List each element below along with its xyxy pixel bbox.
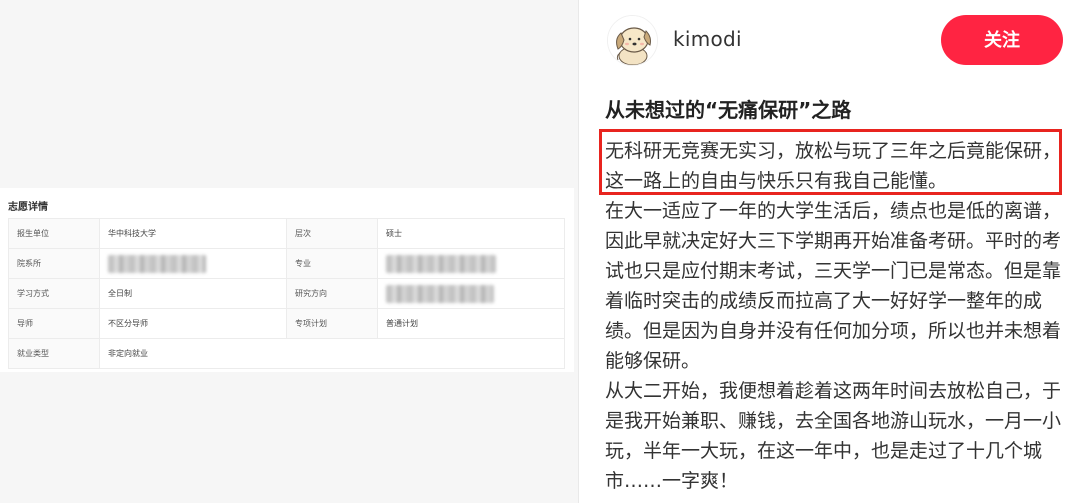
field-label: 就业类型 — [8, 338, 100, 369]
table-row: 学习方式 全日制 研究方向 — [8, 278, 565, 309]
blurred-value — [377, 278, 565, 309]
field-value: 华中科技大学 — [99, 218, 287, 249]
table-row: 导师 不区分导师 专项计划 普通计划 — [8, 308, 565, 339]
field-value: 普通计划 — [377, 308, 565, 339]
field-label: 研究方向 — [286, 278, 378, 309]
field-label: 专业 — [286, 248, 378, 279]
post-paragraph: 无科研无竞赛无实习，放松与玩了三年之后竟能保研，这一路上的自由与快乐只有我自己能… — [605, 140, 1062, 192]
screenshot-image-panel: 志愿详情 报生单位 华中科技大学 层次 硕士 院系所 专业 学习方式 全日制 研… — [0, 0, 579, 503]
cartoon-dog-avatar-icon[interactable] — [607, 15, 658, 66]
field-value: 全日制 — [99, 278, 287, 309]
post-panel: kimodi 关注 从未想过的“无痛保研”之路 无科研无竞赛无实习，放松与玩了三… — [580, 0, 1080, 503]
post-paragraph: 在大一适应了一年的大学生活后，绩点也是低的离谱，因此早就决定好大三下学期再开始准… — [605, 200, 1062, 372]
blurred-value — [377, 248, 565, 279]
details-table: 报生单位 华中科技大学 层次 硕士 院系所 专业 学习方式 全日制 研究方向 导… — [8, 218, 565, 369]
field-value: 不区分导师 — [99, 308, 287, 339]
post-paragraph: 从大二开始，我便想着趁着这两年时间去放松自己，于是我开始兼职、赚钱，去全国各地游… — [605, 380, 1062, 492]
field-label: 学习方式 — [8, 278, 100, 309]
card-title: 志愿详情 — [8, 202, 48, 213]
panel-divider — [578, 0, 579, 503]
post-content: 无科研无竞赛无实习，放松与玩了三年之后竟能保研，这一路上的自由与快乐只有我自己能… — [605, 136, 1063, 496]
field-value: 非定向就业 — [99, 338, 565, 369]
blurred-value — [99, 248, 287, 279]
table-row: 报生单位 华中科技大学 层次 硕士 — [8, 218, 565, 249]
post-title: 从未想过的“无痛保研”之路 — [605, 98, 852, 122]
field-label: 报生单位 — [8, 218, 100, 249]
table-row: 就业类型 非定向就业 — [8, 338, 565, 369]
field-label: 院系所 — [8, 248, 100, 279]
follow-button[interactable]: 关注 — [941, 15, 1063, 65]
username[interactable]: kimodi — [673, 27, 742, 51]
application-details-card: 志愿详情 报生单位 华中科技大学 层次 硕士 院系所 专业 学习方式 全日制 研… — [0, 188, 574, 372]
field-label: 层次 — [286, 218, 378, 249]
field-label: 导师 — [8, 308, 100, 339]
table-row: 院系所 专业 — [8, 248, 565, 279]
field-value: 硕士 — [377, 218, 565, 249]
field-label: 专项计划 — [286, 308, 378, 339]
